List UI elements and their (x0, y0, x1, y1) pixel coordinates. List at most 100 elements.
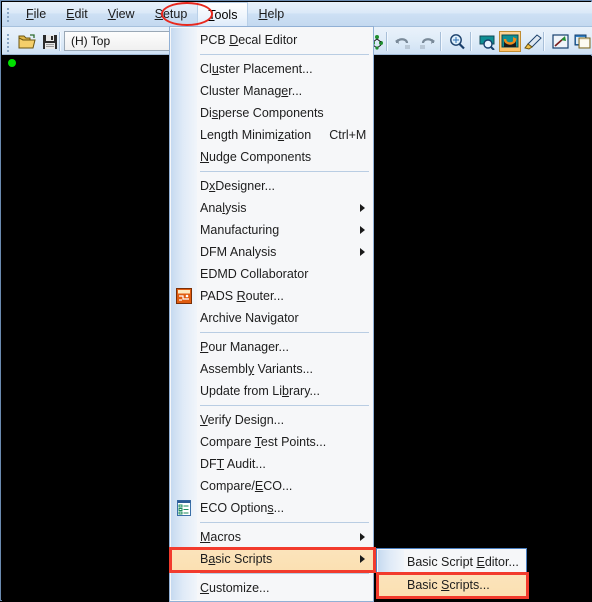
copy-window-icon[interactable] (571, 31, 592, 52)
menubar-item-label: View (107, 7, 135, 21)
menu-item-length-minimization[interactable]: Length Minimization Ctrl+M (170, 124, 373, 146)
pour-icon[interactable] (499, 31, 521, 52)
menubar-item-help[interactable]: Help (248, 2, 294, 27)
menu-item-label: DFT Audit... (200, 457, 266, 471)
submenu-arrow-icon (360, 533, 365, 541)
menubar-item-label: Help (258, 7, 285, 21)
menu-item-dft-audit[interactable]: DFT Audit... (170, 453, 373, 475)
menu-separator (170, 570, 373, 577)
submenu-arrow-icon (360, 226, 365, 234)
undo-icon[interactable] (392, 31, 414, 52)
menu-item-label: PADS Router... (200, 289, 284, 303)
application-window: File Edit View Setup Tools Help (H) Top … (0, 0, 592, 602)
toolbar-separator (386, 32, 388, 51)
menu-item-compare-test-points[interactable]: Compare Test Points... (170, 431, 373, 453)
menubar-item-label: File (26, 7, 47, 21)
menu-item-cluster-placement[interactable]: Cluster Placement... (170, 58, 373, 80)
menu-separator (170, 329, 373, 336)
pads-router-icon (173, 287, 195, 305)
menu-item-label: Archive Navigator (200, 311, 299, 325)
menu-item-dxdesigner[interactable]: DxDesigner... (170, 175, 373, 197)
toolbar-separator (470, 32, 472, 51)
menu-item-label: Customize... (200, 581, 270, 595)
menu-item-label: Verify Design... (200, 413, 285, 427)
layer-combo-value: (H) Top (71, 34, 111, 48)
menu-item-label: Analysis (200, 201, 247, 215)
menu-item-label: Compare Test Points... (200, 435, 327, 449)
menubar-item-setup[interactable]: Setup (145, 2, 198, 27)
menu-bar: File Edit View Setup Tools Help (2, 2, 592, 27)
menu-item-label: DFM Analysis (200, 245, 277, 259)
eco-options-icon (173, 499, 195, 517)
menu-item-label: Macros (200, 530, 241, 544)
arrow-window-icon[interactable] (549, 31, 571, 52)
submenu-arrow-icon (360, 204, 365, 212)
menu-item-macros[interactable]: Macros (170, 526, 373, 548)
menu-item-label: Basic Scripts (200, 552, 273, 566)
layer-combo[interactable]: (H) Top (64, 31, 186, 51)
origin-marker-dot (8, 59, 16, 67)
menu-item-label: Cluster Placement... (200, 62, 313, 76)
menubar-item-edit[interactable]: Edit (56, 2, 98, 27)
menu-separator (170, 51, 373, 58)
menu-item-label: Nudge Components (200, 150, 312, 164)
menubar-item-tools[interactable]: Tools (197, 2, 249, 27)
menu-separator (170, 402, 373, 409)
toolbar-separator (543, 32, 545, 51)
save-icon[interactable] (39, 31, 61, 52)
menu-item-label: Disperse Components (200, 106, 324, 120)
menu-item-dfm-analysis[interactable]: DFM Analysis (170, 241, 373, 263)
menu-item-label: Pour Manager... (200, 340, 289, 354)
menu-item-analysis[interactable]: Analysis (170, 197, 373, 219)
tools-dropdown-menu: PCB Decal Editor Cluster Placement... Clus… (169, 26, 374, 602)
submenu-item-label: Basic Scripts... (407, 577, 490, 592)
toolbar-separator (59, 32, 61, 51)
menubar-item-label: Setup (154, 7, 188, 21)
submenu-item-basic-script-editor[interactable]: Basic Script Editor... (377, 550, 526, 573)
menu-item-nudge-components[interactable]: Nudge Components (170, 146, 373, 168)
menu-item-label: Compare/ECO... (200, 479, 293, 493)
open-icon[interactable] (16, 31, 38, 52)
menu-item-basic-scripts[interactable]: Basic Scripts (170, 548, 373, 570)
menu-item-label: Assembly Variants... (200, 362, 314, 376)
brush-icon[interactable] (522, 31, 544, 52)
submenu-item-basic-scripts[interactable]: Basic Scripts... (377, 573, 526, 596)
menubar-item-file[interactable]: File (16, 2, 56, 27)
menu-separator (170, 519, 373, 526)
menu-item-eco-options[interactable]: ECO Options... (170, 497, 373, 519)
menubar-item-list: File Edit View Setup Tools Help (16, 2, 294, 27)
menu-item-edmd-collaborator[interactable]: EDMD Collaborator (170, 263, 373, 285)
redo-icon[interactable] (416, 31, 438, 52)
menu-item-label: Cluster Manager... (200, 84, 303, 98)
toolbar-separator (440, 32, 442, 51)
view-search-icon[interactable] (476, 31, 498, 52)
menu-item-archive-navigator[interactable]: Archive Navigator (170, 307, 373, 329)
menu-item-compare-eco[interactable]: Compare/ECO... (170, 475, 373, 497)
menu-item-label: Length Minimization (200, 128, 312, 142)
menu-item-disperse-components[interactable]: Disperse Components (170, 102, 373, 124)
menu-item-label: PCB Decal Editor (200, 33, 298, 47)
menu-item-verify-design[interactable]: Verify Design... (170, 409, 373, 431)
basic-scripts-submenu: Basic Script Editor... Basic Scripts... (376, 548, 527, 598)
submenu-arrow-icon (360, 248, 365, 256)
menu-item-customize[interactable]: Customize... (170, 577, 373, 599)
menu-item-label: DxDesigner... (200, 179, 276, 193)
menu-item-update-from-library[interactable]: Update from Library... (170, 380, 373, 402)
menu-item-label: ECO Options... (200, 501, 285, 515)
menu-item-shortcut: Ctrl+M (329, 128, 367, 142)
menu-item-label: Update from Library... (200, 384, 320, 398)
menubar-item-view[interactable]: View (98, 2, 145, 27)
menubar-grip-icon[interactable] (7, 8, 10, 22)
zoom-icon[interactable] (446, 31, 468, 52)
menu-item-manufacturing[interactable]: Manufacturing (170, 219, 373, 241)
toolbar-grip-icon[interactable] (7, 34, 10, 52)
menubar-item-label: Edit (66, 7, 88, 21)
menu-item-cluster-manager[interactable]: Cluster Manager... (170, 80, 373, 102)
menu-item-label: Manufacturing (200, 223, 280, 237)
menu-separator (170, 168, 373, 175)
menu-item-pads-router[interactable]: PADS Router... (170, 285, 373, 307)
submenu-arrow-icon (360, 555, 365, 563)
menu-item-pour-manager[interactable]: Pour Manager... (170, 336, 373, 358)
menu-item-assembly-variants[interactable]: Assembly Variants... (170, 358, 373, 380)
menu-item-pcb-decal-editor[interactable]: PCB Decal Editor (170, 29, 373, 51)
